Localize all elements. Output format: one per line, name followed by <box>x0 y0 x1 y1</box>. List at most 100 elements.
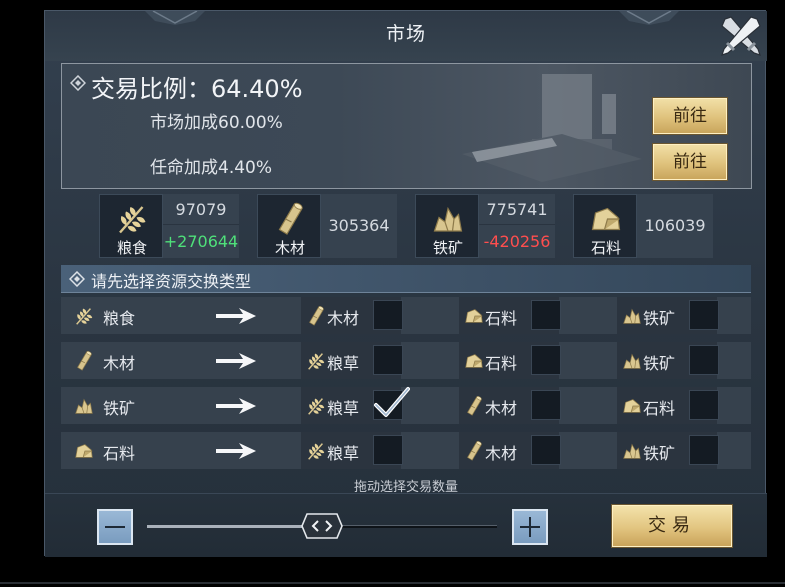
right-arrow-icon <box>216 398 256 414</box>
resource-stat: 石料 106039 <box>573 194 713 258</box>
target-option-label: 木材 <box>327 309 360 328</box>
exchange-section-header: 请先选择资源交换类型 <box>61 265 751 293</box>
target-option-label: 粮草 <box>327 399 360 418</box>
goto-market-button[interactable]: 前往 <box>653 98 727 134</box>
diamond-bullet-icon <box>69 271 85 287</box>
right-arrow-icon <box>216 443 256 459</box>
target-option-label: 铁矿 <box>643 354 676 373</box>
source-resource-label: 石料 <box>103 444 136 463</box>
target-checkbox[interactable] <box>531 300 561 330</box>
iron-ore-icon <box>621 350 643 372</box>
minus-icon <box>105 526 125 528</box>
target-option-label: 铁矿 <box>643 444 676 463</box>
target-checkbox[interactable] <box>531 435 561 465</box>
target-option[interactable]: 铁矿 <box>617 342 719 379</box>
target-option-label: 铁矿 <box>643 309 676 328</box>
target-checkbox[interactable] <box>373 345 403 375</box>
resource-stat: 木材 305364 <box>257 194 397 258</box>
target-checkbox[interactable] <box>531 345 561 375</box>
resource-name: 粮食 <box>116 239 147 257</box>
wood-log-icon <box>463 440 485 462</box>
diamond-bullet-icon <box>70 75 86 91</box>
target-checkbox[interactable] <box>689 300 719 330</box>
wheat-icon <box>73 305 95 327</box>
wood-log-icon <box>463 395 485 417</box>
target-option[interactable]: 石料 <box>459 297 561 334</box>
target-option[interactable]: 石料 <box>617 387 719 424</box>
target-checkbox[interactable] <box>373 435 403 465</box>
appoint-bonus-text: 任命加成4.40% <box>150 158 273 178</box>
resource-icon-box: 石料 <box>573 194 637 258</box>
title-bar: 市场 <box>45 11 767 61</box>
quantity-slider-handle[interactable] <box>301 513 343 539</box>
iron-ore-icon <box>430 201 466 237</box>
exchange-row: 木材 粮草 石料 铁矿 <box>61 342 751 379</box>
close-button[interactable] <box>718 13 764 59</box>
window-title: 市场 <box>385 23 426 45</box>
exchange-arrow <box>215 306 257 326</box>
target-checkbox[interactable] <box>373 300 403 330</box>
iron-ore-icon <box>621 440 643 462</box>
trade-ratio-title: 交易比例：64.40% <box>91 75 303 103</box>
target-checkbox[interactable] <box>373 387 410 420</box>
trade-button[interactable]: 交易 <box>612 505 732 547</box>
target-option[interactable]: 粮草 <box>301 387 410 424</box>
target-option[interactable]: 木材 <box>301 297 403 334</box>
target-option[interactable]: 粮草 <box>301 432 403 469</box>
target-checkbox[interactable] <box>689 435 719 465</box>
resource-name: 铁矿 <box>432 239 463 257</box>
target-option[interactable]: 铁矿 <box>617 297 719 334</box>
resource-value-box: 775741 -420256 <box>479 194 555 258</box>
target-checkbox[interactable] <box>689 345 719 375</box>
target-option[interactable]: 粮草 <box>301 342 403 379</box>
stone-icon <box>463 305 485 327</box>
target-checkbox[interactable] <box>531 390 561 420</box>
exchange-arrow <box>215 396 257 416</box>
desk-scene-icon <box>442 64 662 188</box>
resource-name: 木材 <box>274 239 305 257</box>
right-arrow-icon <box>216 353 256 369</box>
target-option-label: 石料 <box>485 309 518 328</box>
slider-handle-icon <box>301 513 343 539</box>
increase-button[interactable] <box>512 509 548 545</box>
resource-stat: 铁矿 775741 -420256 <box>415 194 555 258</box>
resource-change: -420256 <box>483 232 551 251</box>
resource-icon-box: 铁矿 <box>415 194 479 258</box>
exchange-arrow <box>215 351 257 371</box>
target-option[interactable]: 木材 <box>459 432 561 469</box>
trade-ratio-box: 交易比例：64.40% 市场加成60.00% 任命加成4.40% 前往 前往 <box>61 63 752 189</box>
wheat-icon <box>305 350 327 372</box>
stone-icon <box>621 395 643 417</box>
wheat-icon <box>114 201 150 237</box>
resource-amount: 106039 <box>644 216 706 235</box>
stone-icon <box>463 350 485 372</box>
source-resource: 铁矿 <box>61 387 201 424</box>
resource-icon-box: 粮食 <box>99 194 163 258</box>
target-option[interactable]: 铁矿 <box>617 432 719 469</box>
iron-ore-icon <box>621 305 643 327</box>
exchange-row: 粮食 木材 石料 铁矿 <box>61 297 751 334</box>
exchange-row: 石料 粮草 木材 铁矿 <box>61 432 751 469</box>
quantity-slider-fill <box>147 525 322 528</box>
goto-appoint-button[interactable]: 前往 <box>653 144 727 180</box>
target-option[interactable]: 木材 <box>459 387 561 424</box>
resource-amount: 775741 <box>479 194 555 225</box>
resource-name: 石料 <box>590 239 621 257</box>
source-resource-label: 粮食 <box>103 309 136 328</box>
exchange-arrow <box>215 441 257 461</box>
decrease-button[interactable] <box>97 509 133 545</box>
target-checkbox[interactable] <box>689 390 719 420</box>
market-bonus-text: 市场加成60.00% <box>150 113 283 133</box>
plus-icon <box>520 517 540 537</box>
resource-value-box: 97079 +270644 <box>163 194 239 258</box>
source-resource: 木材 <box>61 342 201 379</box>
source-resource-label: 木材 <box>103 354 136 373</box>
resource-icon-box: 木材 <box>257 194 321 258</box>
crossed-swords-close-icon <box>721 16 761 56</box>
bottom-divider <box>0 582 785 584</box>
right-arrow-icon <box>216 308 256 324</box>
wheat-icon <box>305 395 327 417</box>
target-option[interactable]: 石料 <box>459 342 561 379</box>
wood-log-icon <box>272 201 308 237</box>
checkmark-icon <box>374 387 410 417</box>
